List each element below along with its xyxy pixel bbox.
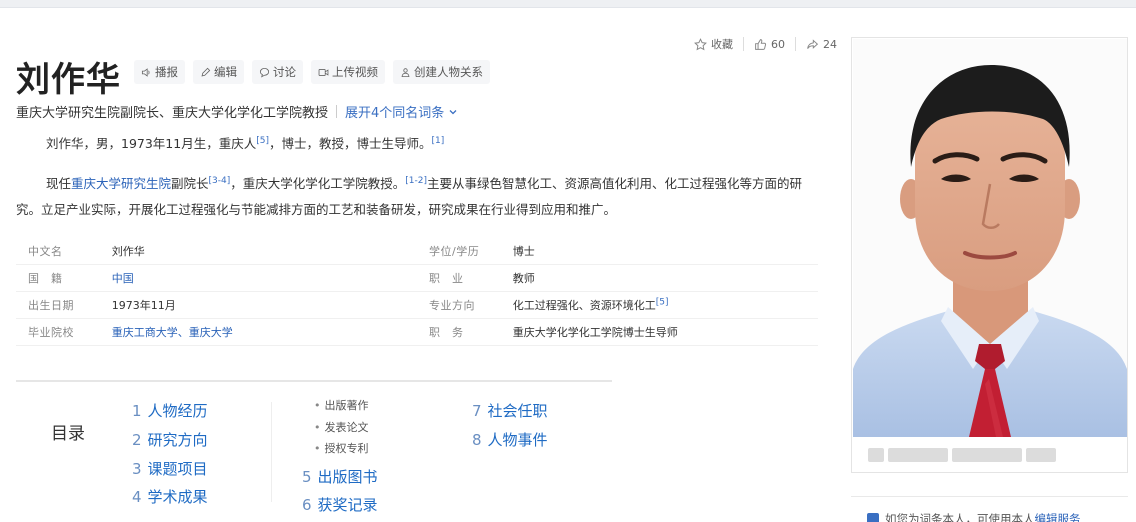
toc-title: 目录 xyxy=(51,424,85,444)
reference-link[interactable]: [1] xyxy=(431,136,444,146)
toc-item[interactable]: 4 学术成果 xyxy=(132,486,208,507)
portrait-image[interactable] xyxy=(853,39,1127,437)
toc-item[interactable]: 5 出版图书 xyxy=(302,466,378,487)
graduate-school-link[interactable]: 重庆大学研究生院 xyxy=(71,176,171,191)
share-icon xyxy=(807,38,819,49)
info-key: 中文名 xyxy=(28,245,63,258)
toc-item[interactable]: 7 社会任职 xyxy=(472,400,548,421)
info-value: 重庆大学化学化工学院博士生导师 xyxy=(512,326,678,339)
page-title: 刘作华 xyxy=(16,60,121,100)
portrait-card[interactable] xyxy=(851,37,1128,473)
divider xyxy=(795,37,796,51)
basic-info-table: 中文名 刘作华 学位/学历 博士 国 籍 中国 职 业 教师 出生日期 1973… xyxy=(16,238,818,346)
info-value: 教师 xyxy=(512,272,535,285)
divider xyxy=(336,105,338,118)
video-icon xyxy=(318,68,329,76)
info-row: 中文名 刘作华 学位/学历 博士 xyxy=(16,238,818,265)
reference-link[interactable]: [5] xyxy=(656,297,669,307)
info-key: 职 务 xyxy=(429,326,464,339)
toc-subitem[interactable]: 发表论文 xyxy=(314,419,369,435)
edit-button[interactable]: 编辑 xyxy=(193,60,244,84)
intro-paragraph: 刘作华，男，1973年11月生，重庆人[5]，博士，教授，博士生导师。[1] xyxy=(46,136,445,152)
portrait-caption xyxy=(868,446,1058,464)
info-row: 国 籍 中国 职 业 教师 xyxy=(16,265,818,292)
info-value: 刘作华 xyxy=(111,245,145,258)
divider xyxy=(271,402,272,502)
table-of-contents: 目录 1人物经历 2研究方向 3课题项目 4学术成果 出版著作 发表论文 授权专… xyxy=(16,382,612,522)
info-row: 出生日期 1973年11月 专业方向 化工过程强化、资源环境化工[5] xyxy=(16,292,818,319)
alma-mater-link[interactable]: 重庆工商大学、重庆大学 xyxy=(112,324,417,340)
reference-link[interactable]: [5] xyxy=(256,136,269,146)
toc-item[interactable]: 2 研究方向 xyxy=(132,429,208,450)
entry-subtitle: 重庆大学研究生院副院长、重庆大学化学化工学院教授 展开4个同名词条 xyxy=(16,102,458,121)
info-value: 1973年11月 xyxy=(111,299,176,312)
info-icon xyxy=(867,513,879,522)
caption-blur xyxy=(888,448,948,462)
entry-actions: 收藏 60 24 xyxy=(694,36,837,52)
toc-item[interactable]: 8 人物事件 xyxy=(472,429,548,450)
caption-blur xyxy=(868,448,884,462)
reference-link[interactable]: [3-4] xyxy=(209,176,231,186)
toc-item[interactable]: 1 人物经历 xyxy=(132,400,208,421)
chevron-down-icon xyxy=(449,109,457,114)
edit-service-link[interactable]: 编辑服务 xyxy=(1035,512,1081,522)
info-row: 毕业院校 重庆工商大学、重庆大学 职 务 重庆大学化学化工学院博士生导师 xyxy=(16,319,818,346)
caption-blur xyxy=(1026,448,1056,462)
info-key: 出生日期 xyxy=(28,299,74,312)
thumbs-up-icon xyxy=(755,38,767,50)
info-key: 专业方向 xyxy=(429,299,475,312)
expand-homonyms-link[interactable]: 展开4个同名词条 xyxy=(345,102,458,121)
toc-subitem[interactable]: 出版著作 xyxy=(314,397,369,413)
broadcast-button[interactable]: 播报 xyxy=(134,60,185,84)
like-button[interactable]: 60 xyxy=(754,38,785,51)
info-key: 毕业院校 xyxy=(28,326,74,339)
info-key: 国 籍 xyxy=(28,272,63,285)
nationality-link[interactable]: 中国 xyxy=(112,270,417,286)
upload-video-button[interactable]: 上传视频 xyxy=(311,60,385,84)
info-value: 博士 xyxy=(512,245,535,258)
toc-item[interactable]: 3 课题项目 xyxy=(132,458,208,479)
caption-blur xyxy=(952,448,1022,462)
divider xyxy=(743,37,744,51)
toc-item[interactable]: 6 获奖记录 xyxy=(302,494,378,515)
portrait-illustration xyxy=(853,39,1127,437)
comment-icon xyxy=(259,67,270,77)
relation-icon xyxy=(401,67,410,77)
share-button[interactable]: 24 xyxy=(806,38,837,51)
info-key: 学位/学历 xyxy=(429,245,480,258)
info-key: 职 业 xyxy=(429,272,464,285)
toc-subitem[interactable]: 授权专利 xyxy=(314,440,369,456)
edit-icon xyxy=(201,67,211,77)
info-value: 化工过程强化、资源环境化工[5] xyxy=(512,297,669,312)
owner-notice: 如您为词条本人，可使用本人编辑服务 xyxy=(851,496,1128,522)
entry-toolbar: 播报 编辑 讨论 上传视频 创建人物关系 xyxy=(134,60,490,84)
discuss-button[interactable]: 讨论 xyxy=(252,60,303,84)
star-icon xyxy=(694,37,707,50)
speaker-icon xyxy=(141,67,150,77)
reference-link[interactable]: [1-2] xyxy=(405,176,427,186)
create-relation-button[interactable]: 创建人物关系 xyxy=(393,60,490,84)
summary-paragraph: 现任重庆大学研究生院副院长[3-4]，重庆大学化学化工学院教授。[1-2]主要从… xyxy=(16,176,803,218)
browser-top-bar xyxy=(0,0,1136,8)
favorite-button[interactable]: 收藏 xyxy=(694,36,733,52)
